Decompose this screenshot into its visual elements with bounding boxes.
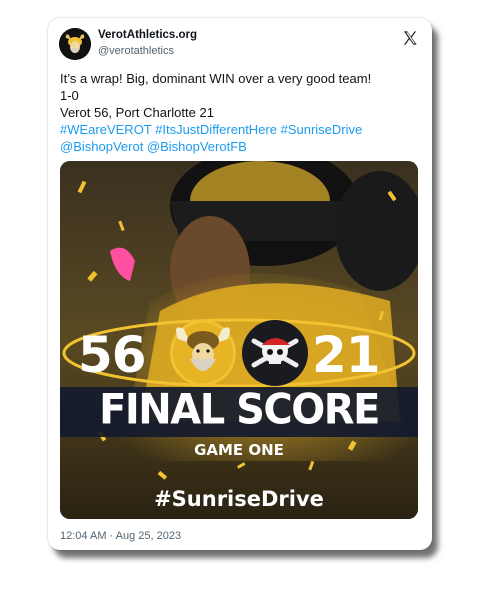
viking-logo-icon xyxy=(170,320,236,386)
avatar[interactable] xyxy=(59,28,91,60)
hashtag-links[interactable]: #WEareVEROT #ItsJustDifferentHere #Sunri… xyxy=(60,121,420,138)
sunrise-drive-tag: #SunriseDrive xyxy=(154,487,324,511)
tweet-card: VerotAthletics.org @verotathletics It’s … xyxy=(48,18,432,550)
home-score: 56 xyxy=(78,326,147,384)
pirate-skull-logo-icon xyxy=(242,320,308,386)
display-name[interactable]: VerotAthletics.org xyxy=(98,29,197,41)
x-logo-icon[interactable] xyxy=(402,30,418,46)
tweet-line: Verot 56, Port Charlotte 21 xyxy=(60,105,214,120)
tweet-text: It’s a wrap! Big, dominant WIN over a ve… xyxy=(60,70,420,155)
final-score-headline: FINAL SCORE xyxy=(99,385,380,435)
tweet-line: It’s a wrap! Big, dominant WIN over a ve… xyxy=(60,71,372,86)
tweet-timestamp[interactable]: 12:04 AM · Aug 25, 2023 xyxy=(60,530,181,542)
away-score: 21 xyxy=(312,326,381,384)
tweet-media-image[interactable]: 56 21 FINAL SCORE GAME ONE #SunriseDrive xyxy=(60,161,418,519)
viking-avatar-icon xyxy=(59,28,91,60)
game-one-label: GAME ONE xyxy=(194,441,284,459)
mention-links[interactable]: @BishopVerot @BishopVerotFB xyxy=(60,138,420,155)
tweet-line: 1-0 xyxy=(60,88,79,103)
user-handle[interactable]: @verotathletics xyxy=(98,45,174,57)
